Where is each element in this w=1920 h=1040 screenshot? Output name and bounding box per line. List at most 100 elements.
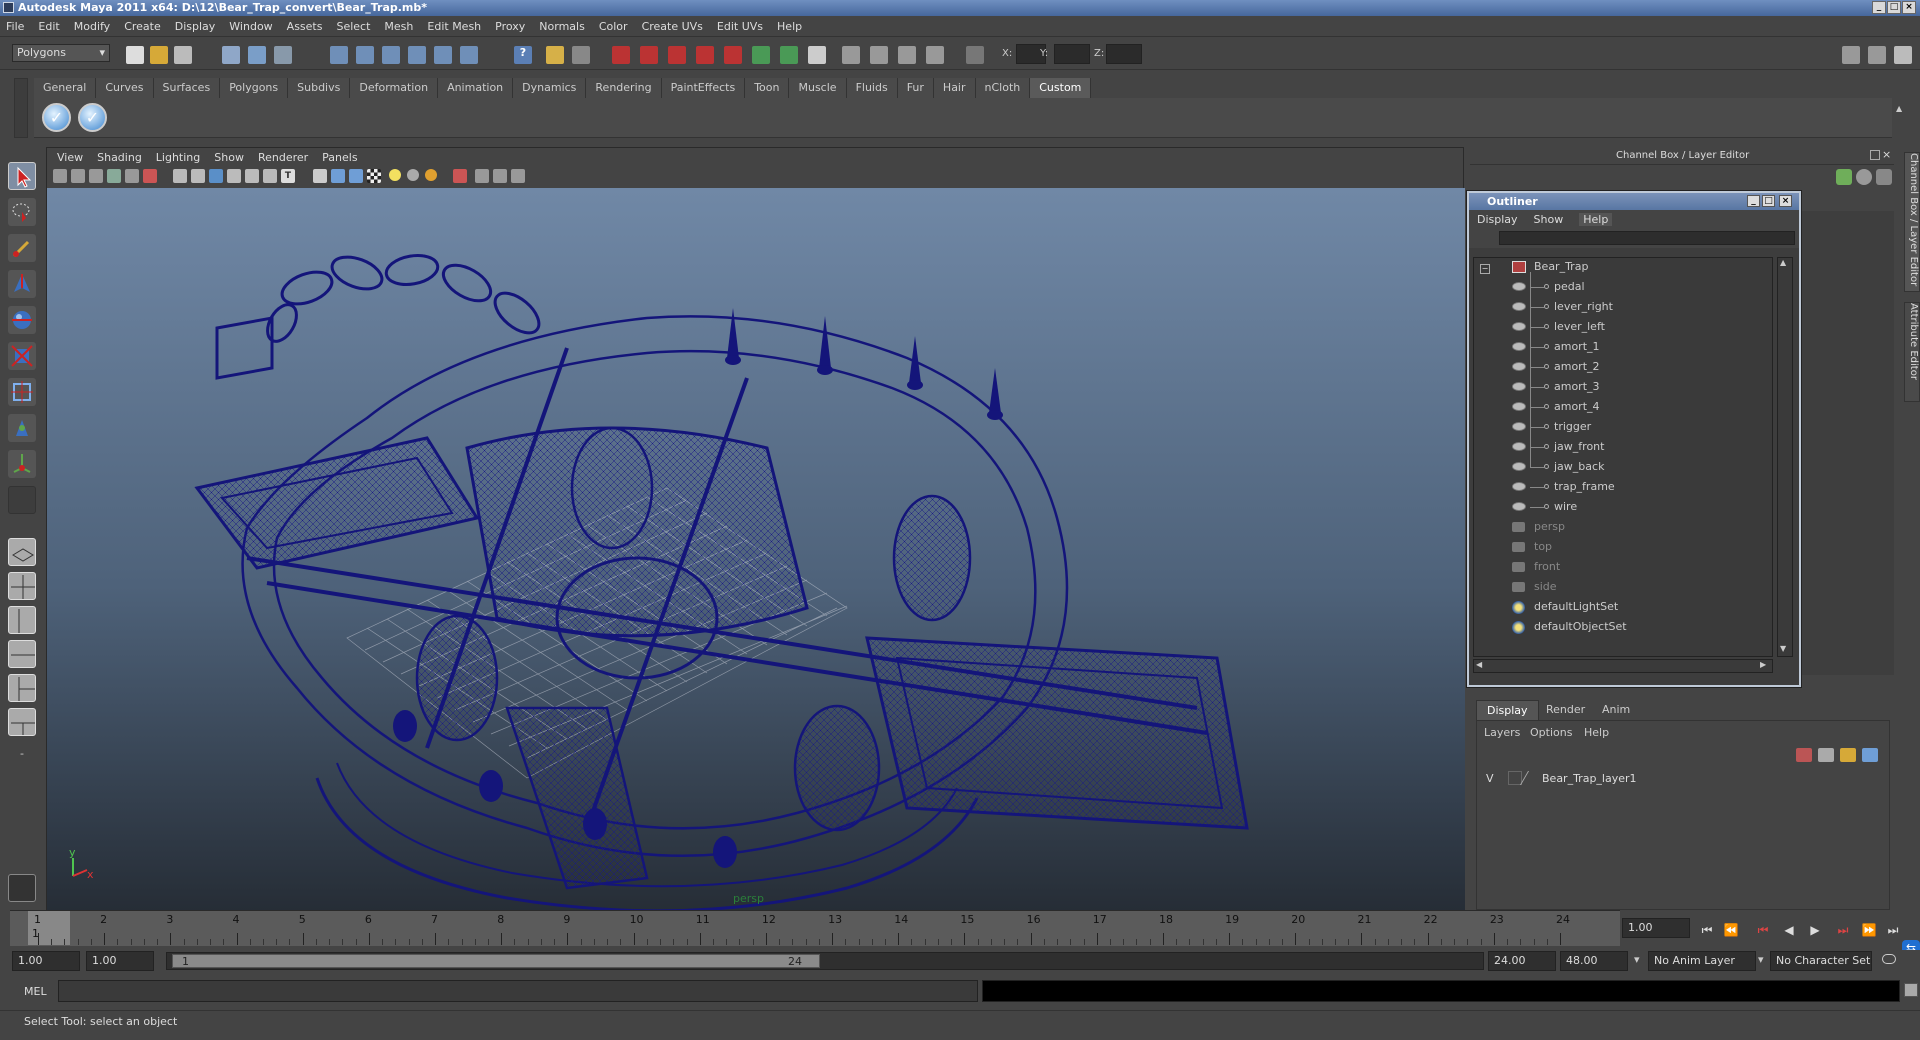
shelf-tab-curves[interactable]: Curves [96,78,154,98]
smooth-shade-icon[interactable] [191,169,205,183]
numeric-input-icon[interactable] [966,46,984,64]
rotate-tool-icon[interactable] [8,306,36,334]
persp-graph-layout-icon[interactable] [8,708,36,736]
shelf-tab-muscle[interactable]: Muscle [789,78,847,98]
scroll-down-icon[interactable]: ▼ [1780,644,1786,653]
input-ops-icon[interactable] [752,46,770,64]
custom-shelf-check-icon[interactable]: ✓ [42,103,71,132]
default-lighting-icon[interactable] [313,169,327,183]
layout-outliner-icon[interactable] [1868,46,1886,64]
command-input[interactable] [58,980,978,1002]
go-to-start-icon[interactable]: ⏮ [1698,922,1716,938]
layer-menu-help[interactable]: Help [1584,726,1609,739]
shelf-tab-custom[interactable]: Custom [1030,78,1092,98]
shelf-tab-hair[interactable]: Hair [933,78,976,98]
outliner-item[interactable]: amort_3 [1512,378,1600,396]
layer-menu-layers[interactable]: Layers [1484,726,1520,739]
grid-toggle-icon[interactable] [125,169,139,183]
xray-icon[interactable] [263,169,277,183]
menu-display[interactable]: Display [175,20,216,33]
maximize-button[interactable]: □ [1887,1,1901,14]
outliner-vscrollbar[interactable]: ▲ ▼ [1777,257,1793,657]
layer-new-selected-icon[interactable] [1818,748,1834,762]
outliner-item[interactable]: lever_right [1512,298,1613,316]
outliner-persp-layout-icon[interactable] [8,606,36,634]
snap-live-icon[interactable] [434,46,452,64]
bounding-box-icon[interactable] [245,169,259,183]
menu-proxy[interactable]: Proxy [495,20,525,33]
end-time-field[interactable]: 48.00 [1560,951,1628,971]
select-object-icon[interactable] [248,46,266,64]
menu-file[interactable]: File [6,20,24,33]
layer-tab-render[interactable]: Render [1536,700,1595,720]
channel-display-icon[interactable] [808,46,826,64]
menu-edit-uvs[interactable]: Edit UVs [717,20,763,33]
channel-sphere-icon[interactable] [1856,169,1872,185]
current-frame-field[interactable]: 1.00 [1622,918,1690,938]
range-handle[interactable] [172,954,820,968]
shelf-tab-rendering[interactable]: Rendering [586,78,662,98]
last-tool-icon[interactable] [8,486,36,514]
select-component-icon[interactable] [274,46,292,64]
show-manipulator-icon[interactable] [8,450,36,478]
scroll-left-icon[interactable]: ◀ [1476,660,1482,669]
layer-visibility-toggle[interactable]: V [1486,772,1494,785]
resolution-gate-icon[interactable] [143,169,157,183]
hq-render-icon[interactable] [425,169,437,181]
menu-edit-mesh[interactable]: Edit Mesh [427,20,481,33]
shelf-tab-ncloth[interactable]: nCloth [975,78,1031,98]
channel-box-side-tab[interactable]: Channel Box / Layer Editor [1904,152,1920,292]
shelf-tab-deformation[interactable]: Deformation [350,78,439,98]
minimize-button[interactable]: _ [1872,1,1886,14]
menu-create[interactable]: Create [124,20,161,33]
graph-persp-layout-icon[interactable] [8,640,36,668]
anim-layer-field[interactable]: No Anim Layer [1648,951,1756,971]
shelf-tab-fluids[interactable]: Fluids [846,78,898,98]
shelf-tab-general[interactable]: General [34,78,97,98]
layer-color-swatch[interactable] [1519,771,1543,785]
outliner-hscrollbar[interactable]: ◀ ▶ [1473,659,1773,673]
scale-tool-icon[interactable] [8,342,36,370]
lock-icon[interactable] [546,46,564,64]
textured-icon[interactable]: T [281,169,295,183]
close-button[interactable]: × [1902,1,1916,14]
layer-new-icon[interactable] [1796,748,1812,762]
render-view-icon[interactable] [724,46,742,64]
scene-view[interactable]: y x persp [47,188,1465,913]
viewport-menu-show[interactable]: Show [214,151,244,164]
channel-shape-icon[interactable] [1836,169,1852,185]
shelf-tab-painteffects[interactable]: PaintEffects [661,78,746,98]
checker-icon[interactable] [367,169,381,183]
cube-shaded-icon[interactable] [349,169,363,183]
y-field[interactable] [1054,44,1090,64]
viewport-menu-panels[interactable]: Panels [322,151,357,164]
viewport-menu-view[interactable]: View [57,151,83,164]
bookmark-icon[interactable] [89,169,103,183]
outliner-item[interactable]: lever_left [1512,318,1605,336]
outliner-list[interactable]: − Bear_Trap pedal lever_right lever_left am… [1473,257,1773,657]
rename-icon[interactable] [780,46,798,64]
layer-remove-icon[interactable] [1862,748,1878,762]
snap-grid-icon[interactable] [330,46,348,64]
collapse-toggle-icon[interactable]: − [1480,264,1490,274]
image-plane-icon[interactable] [107,169,121,183]
open-scene-icon[interactable] [150,46,168,64]
outliner-item[interactable]: wire [1512,498,1577,516]
show-tools-icon[interactable] [870,46,888,64]
camera-select-icon[interactable] [53,169,67,183]
outliner-maximize-button[interactable]: □ [1762,195,1775,207]
snap-point-icon[interactable] [382,46,400,64]
step-back-key-icon[interactable]: ⏮ [1754,922,1772,938]
help-icon[interactable]: ? [514,46,532,64]
wireframe-icon[interactable] [173,169,187,183]
menu-assets[interactable]: Assets [287,20,323,33]
toolbox-options-icon[interactable]: - [8,744,36,772]
outliner-camera-item[interactable]: side [1512,578,1557,596]
wire-on-shaded-icon[interactable] [209,169,223,183]
isolate-select-icon[interactable] [453,169,467,183]
step-back-frame-icon[interactable]: ⏪ [1722,922,1740,938]
all-lights-icon[interactable] [331,169,345,183]
attribute-editor-side-tab[interactable]: Attribute Editor [1904,302,1920,402]
layer-tab-display[interactable]: Display [1476,700,1539,720]
layout-toggle-icon[interactable] [1842,46,1860,64]
